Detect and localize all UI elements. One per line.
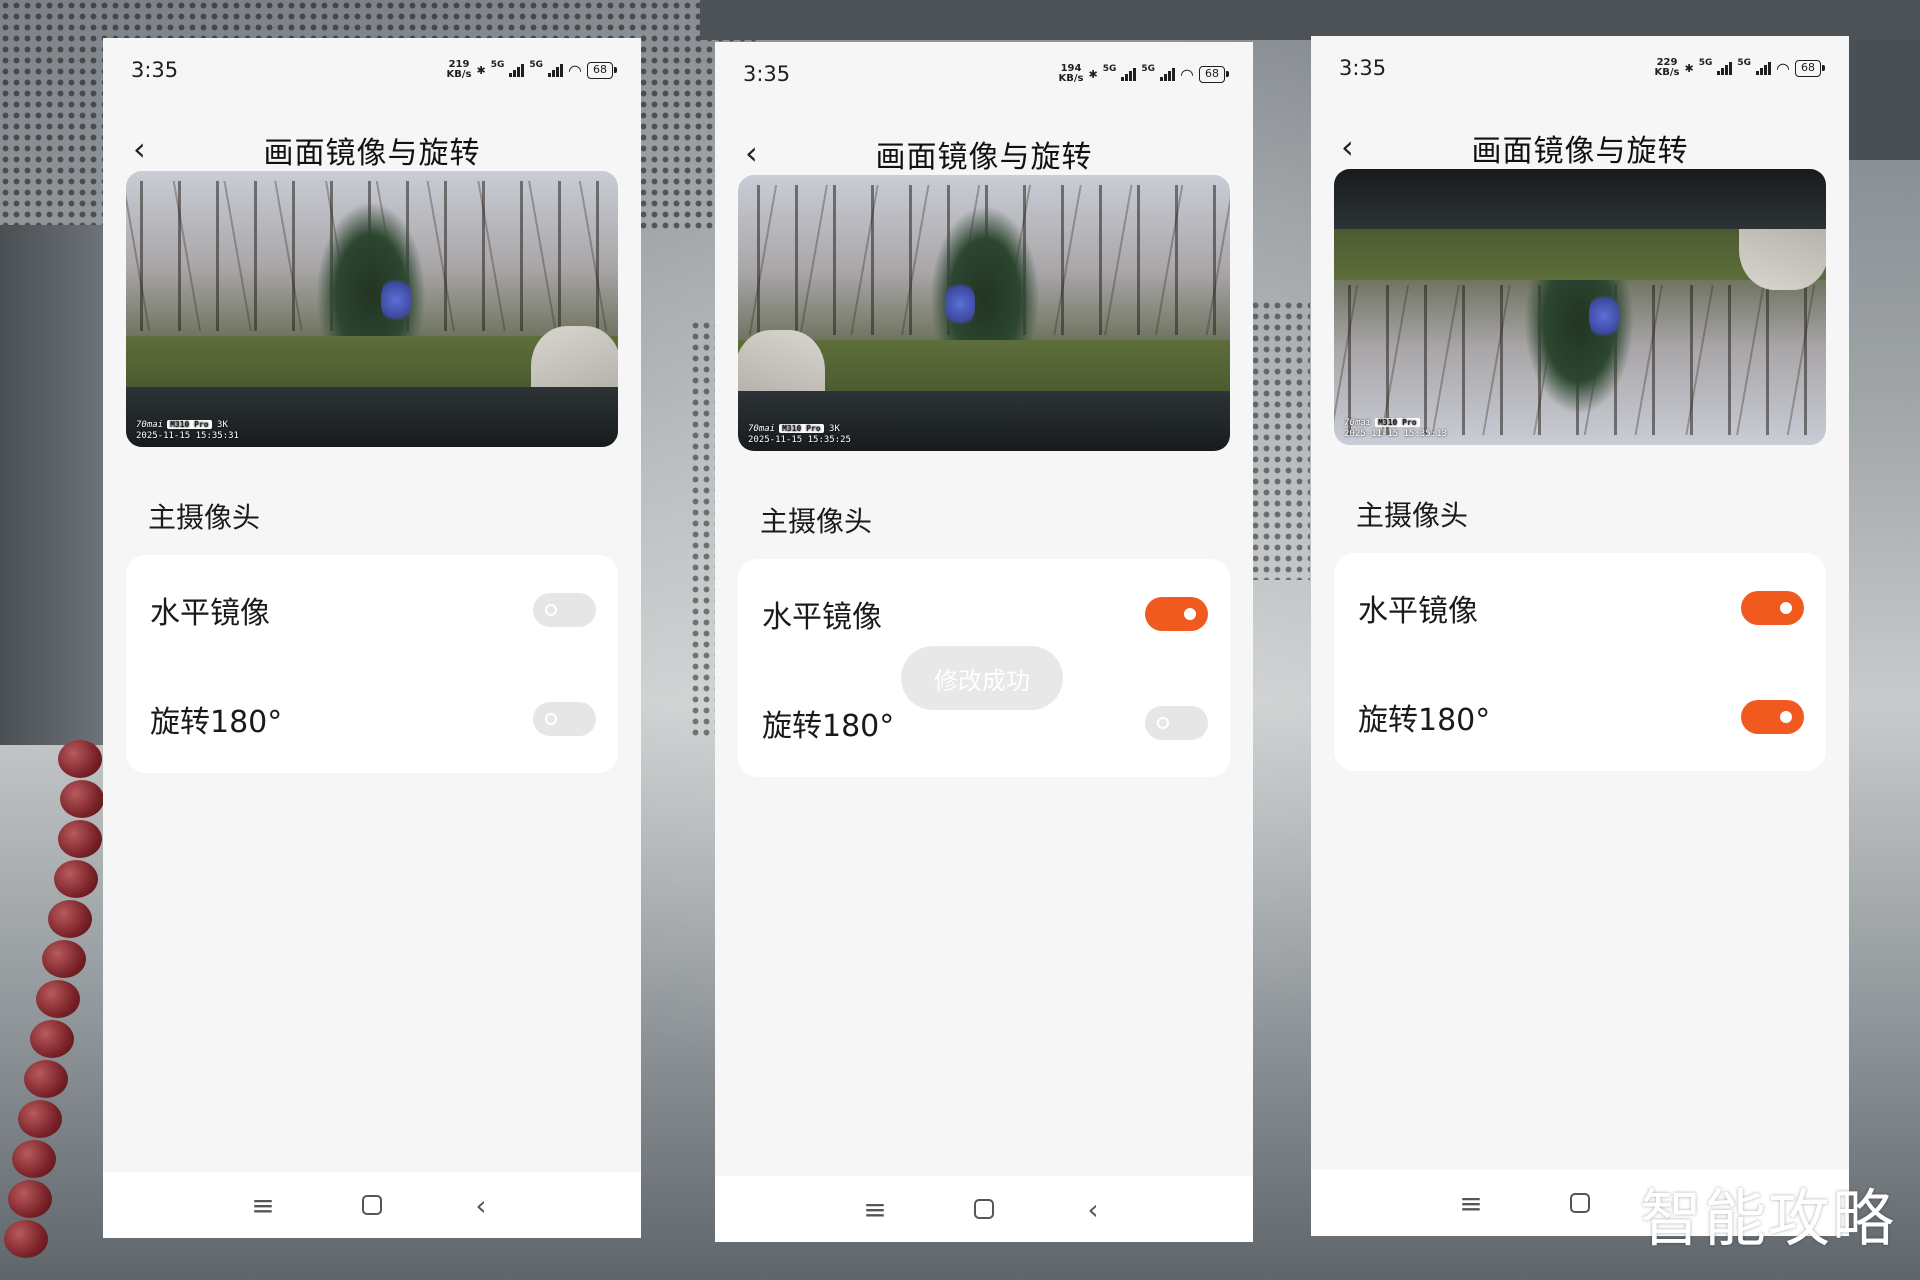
- signal-label-2: 5G: [529, 60, 544, 70]
- home-icon[interactable]: [362, 1195, 382, 1215]
- network-speed: 219 KB/s: [446, 59, 472, 80]
- camera-preview[interactable]: 70mai M310 Pro 2025-11-15 15:35:13: [1334, 169, 1826, 445]
- background-mirror: [1840, 40, 1920, 160]
- signal-label-2: 5G: [1141, 64, 1156, 74]
- nav-back-icon[interactable]: ‹: [466, 1189, 496, 1222]
- signal-label-2: 5G: [1737, 58, 1752, 68]
- page-title: 画面镜像与旋转: [263, 136, 481, 171]
- settings-card: 水平镜像 旋转180°: [1334, 553, 1826, 771]
- setting-label: 旋转180°: [150, 704, 283, 740]
- setting-label: 水平镜像: [150, 595, 270, 631]
- status-time: 3:35: [743, 62, 791, 86]
- signal-label-1: 5G: [1698, 58, 1713, 68]
- bluetooth-icon: ✱: [1684, 61, 1694, 75]
- back-arrow-icon[interactable]: ‹: [133, 133, 146, 165]
- rotate-180-toggle[interactable]: [1741, 699, 1804, 734]
- setting-row-rotate-180: 旋转180°: [126, 664, 618, 773]
- network-speed: 229 KB/s: [1654, 57, 1680, 78]
- system-nav-bar: ≡ ‹: [103, 1172, 641, 1238]
- menu-icon[interactable]: ≡: [860, 1193, 890, 1226]
- setting-row-horizontal-mirror: 水平镜像: [126, 555, 618, 664]
- background-roof: [700, 0, 1920, 40]
- setting-label: 旋转180°: [762, 708, 895, 744]
- signal-bars-icon-2: [1756, 61, 1772, 75]
- setting-label: 水平镜像: [762, 599, 882, 635]
- setting-row-horizontal-mirror: 水平镜像: [1334, 553, 1826, 662]
- home-icon[interactable]: [1570, 1193, 1590, 1213]
- bluetooth-icon: ✱: [1088, 67, 1098, 81]
- network-speed: 194 KB/s: [1058, 63, 1084, 84]
- setting-label: 水平镜像: [1358, 593, 1478, 629]
- signal-bars-icon: [1121, 67, 1137, 81]
- nav-back-icon[interactable]: ‹: [1078, 1193, 1108, 1226]
- prayer-beads-decoration: [0, 740, 110, 1280]
- menu-icon[interactable]: ≡: [248, 1189, 278, 1222]
- signal-bars-icon: [509, 63, 525, 77]
- battery-icon: 68: [1199, 65, 1229, 83]
- signal-bars-icon-2: [1160, 67, 1176, 81]
- page-title: 画面镜像与旋转: [875, 140, 1093, 175]
- page-title: 画面镜像与旋转: [1471, 134, 1689, 169]
- setting-row-rotate-180: 旋转180°: [1334, 662, 1826, 771]
- section-title-main-camera: 主摄像头: [760, 505, 873, 538]
- status-time: 3:35: [1339, 56, 1387, 80]
- status-time: 3:35: [131, 58, 179, 82]
- toast-message: 修改成功: [901, 646, 1063, 710]
- video-watermark: 70mai M310 Pro 3K 2025-11-15 15:35:25: [748, 424, 851, 445]
- wifi-icon: ◠: [1180, 64, 1194, 84]
- section-title-main-camera: 主摄像头: [1356, 499, 1469, 532]
- horizontal-mirror-toggle[interactable]: [1145, 596, 1208, 631]
- signal-bars-icon-2: [548, 63, 564, 77]
- video-watermark: 70mai M310 Pro 2025-11-15 15:35:13: [1344, 418, 1447, 439]
- battery-icon: 68: [1795, 59, 1825, 77]
- background-pillar: [0, 225, 110, 745]
- status-bar: 3:35 194 KB/s ✱ 5G 5G ◠ 68: [715, 42, 1253, 106]
- video-watermark: 70mai M310 Pro 3K 2025-11-15 15:35:31: [136, 420, 239, 441]
- system-nav-bar: ≡ ‹: [715, 1176, 1253, 1242]
- status-bar: 3:35 219 KB/s ✱ 5G 5G ◠ 68: [103, 38, 641, 102]
- back-arrow-icon[interactable]: ‹: [745, 137, 758, 169]
- back-arrow-icon[interactable]: ‹: [1341, 131, 1354, 163]
- rotate-180-toggle[interactable]: [533, 701, 596, 736]
- camera-preview[interactable]: 70mai M310 Pro 3K 2025-11-15 15:35:25: [738, 175, 1230, 451]
- windshield-dot-pattern-right: [1250, 300, 1310, 580]
- phone-screen-2: 3:35 194 KB/s ✱ 5G 5G ◠ 68 ‹ 画面镜像与旋转 70m…: [715, 42, 1253, 1242]
- section-title-main-camera: 主摄像头: [148, 501, 261, 534]
- battery-icon: 68: [587, 61, 617, 79]
- home-icon[interactable]: [974, 1199, 994, 1219]
- site-watermark: 智能攻略: [1640, 1182, 1897, 1255]
- phone-screen-3: 3:35 229 KB/s ✱ 5G 5G ◠ 68 ‹ 画面镜像与旋转 70m…: [1311, 36, 1849, 1236]
- setting-label: 旋转180°: [1358, 702, 1491, 738]
- camera-preview[interactable]: 70mai M310 Pro 3K 2025-11-15 15:35:31: [126, 171, 618, 447]
- signal-label-1: 5G: [1102, 64, 1117, 74]
- signal-bars-icon: [1717, 61, 1733, 75]
- signal-label-1: 5G: [490, 60, 505, 70]
- phone-screen-1: 3:35 219 KB/s ✱ 5G 5G ◠ 68 ‹ 画面镜像与旋转 70m…: [103, 38, 641, 1238]
- bluetooth-icon: ✱: [476, 63, 486, 77]
- menu-icon[interactable]: ≡: [1456, 1187, 1486, 1220]
- wifi-icon: ◠: [1776, 58, 1790, 78]
- horizontal-mirror-toggle[interactable]: [1741, 590, 1804, 625]
- settings-card: 水平镜像 旋转180°: [126, 555, 618, 773]
- horizontal-mirror-toggle[interactable]: [533, 592, 596, 627]
- rotate-180-toggle[interactable]: [1145, 705, 1208, 740]
- wifi-icon: ◠: [568, 60, 582, 80]
- status-bar: 3:35 229 KB/s ✱ 5G 5G ◠ 68: [1311, 36, 1849, 100]
